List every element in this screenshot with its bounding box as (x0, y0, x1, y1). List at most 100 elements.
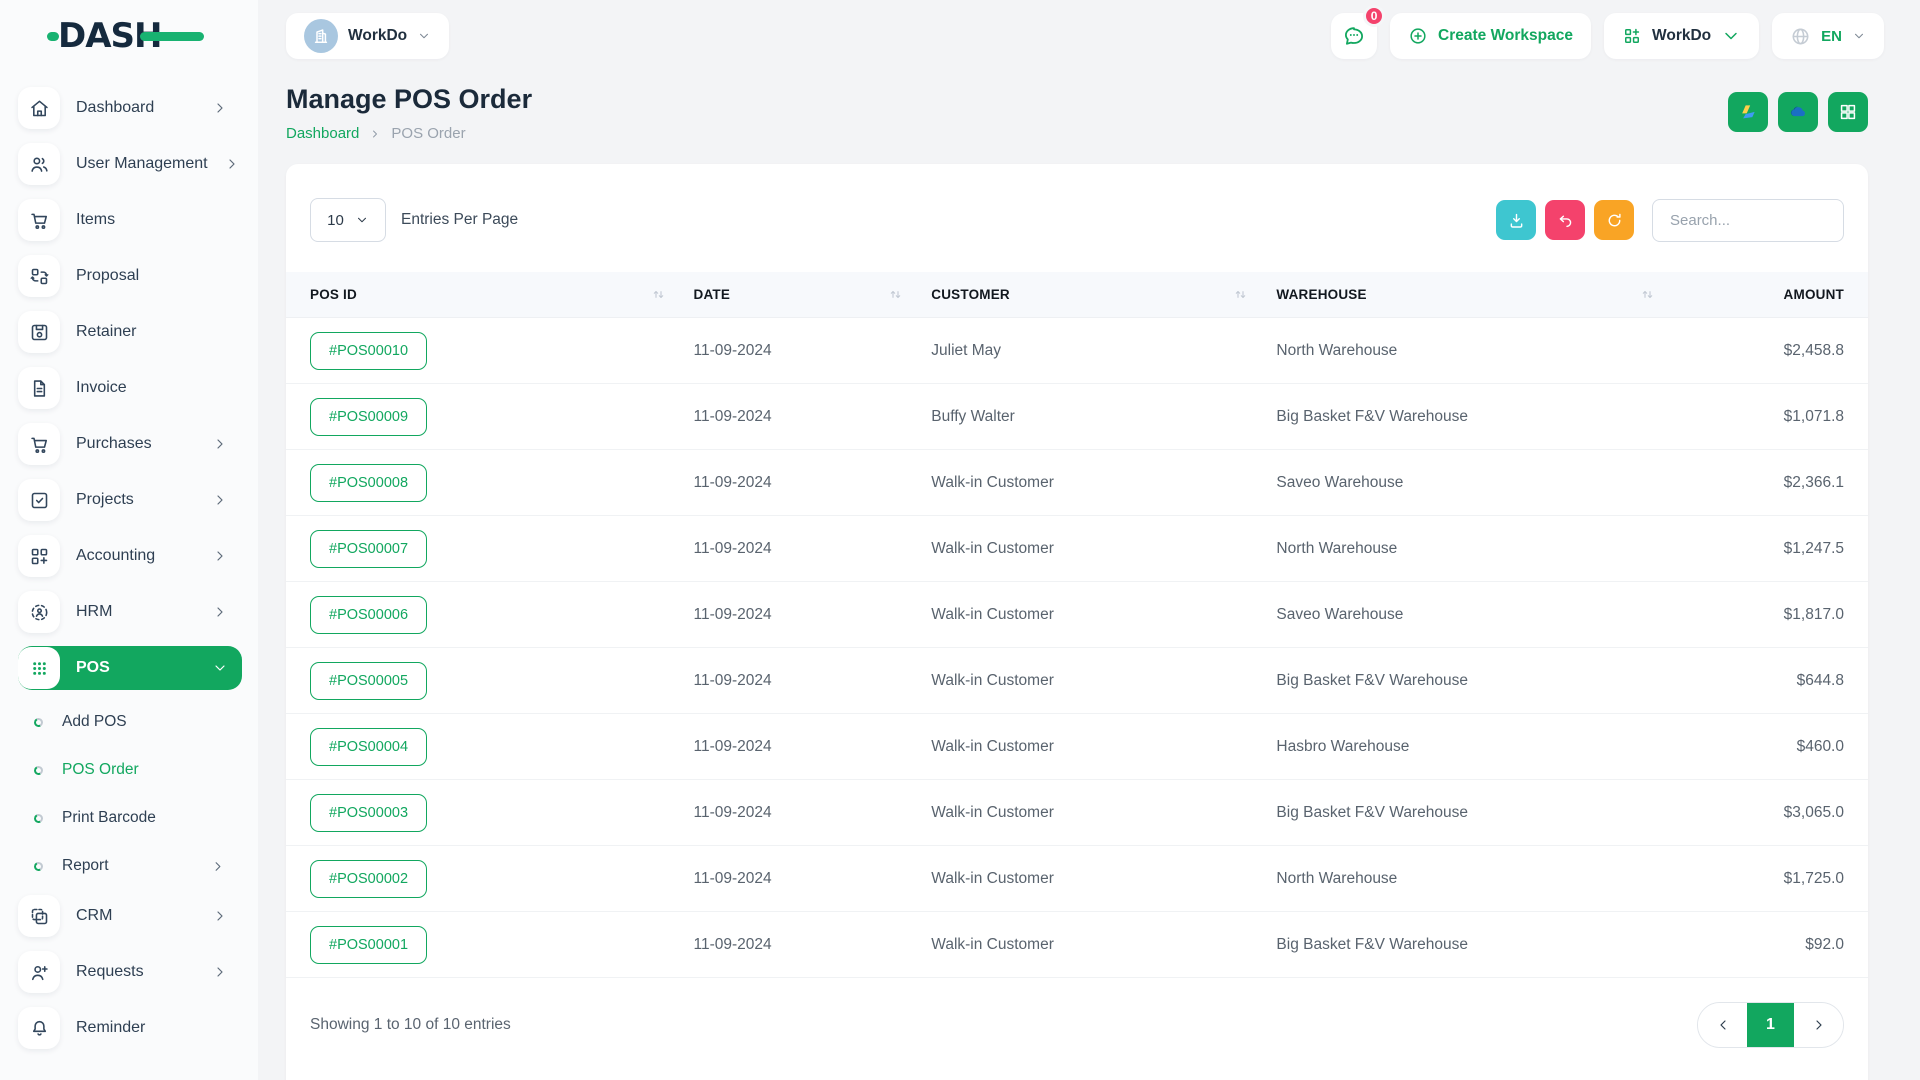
sidebar-item-hrm[interactable]: HRM (18, 590, 242, 634)
cell-warehouse: North Warehouse (1276, 870, 1683, 888)
sidebar-item-dashboard[interactable]: Dashboard (18, 86, 242, 130)
home-icon (18, 87, 60, 129)
chevron-right-icon (1811, 1017, 1827, 1033)
sidebar-item-label: Projects (76, 491, 196, 509)
scan-user-icon (18, 591, 60, 633)
breadcrumb-current: POS Order (391, 125, 465, 142)
swap-boxes-icon (18, 255, 60, 297)
sidebar-item-accounting[interactable]: Accounting (18, 534, 242, 578)
column-header-pos-id[interactable]: POS ID (310, 287, 694, 302)
chevron-right-icon (212, 908, 228, 924)
sidebar-item-items[interactable]: Items (18, 198, 242, 242)
onedrive-icon (1788, 102, 1808, 122)
floppy-icon (18, 311, 60, 353)
sidebar-item-invoice[interactable]: Invoice (18, 366, 242, 410)
pos-id-button[interactable]: #POS00007 (310, 530, 427, 568)
sidebar-item-reminder[interactable]: Reminder (18, 1006, 242, 1050)
previous-page-button[interactable] (1698, 1003, 1747, 1047)
sidebar-subitem-print-barcode[interactable]: Print Barcode (18, 798, 242, 838)
app-logo[interactable]: DASH (58, 16, 161, 56)
breadcrumb-dashboard-link[interactable]: Dashboard (286, 125, 359, 142)
main-content: Manage POS Order Dashboard POS Order 10 (258, 72, 1920, 1080)
cell-warehouse: Big Basket F&V Warehouse (1276, 408, 1683, 426)
sort-icon (888, 287, 903, 302)
grid-dots-icon (18, 647, 60, 689)
sidebar-item-retainer[interactable]: Retainer (18, 310, 242, 354)
pos-id-button[interactable]: #POS00009 (310, 398, 427, 436)
sidebar-item-label: Reminder (76, 1019, 242, 1037)
sidebar-subitem-report[interactable]: Report (18, 846, 242, 886)
sidebar-item-projects[interactable]: Projects (18, 478, 242, 522)
sidebar-item-label: POS (76, 659, 196, 677)
sidebar-item-crm[interactable]: CRM (18, 894, 242, 938)
table-row: #POS00010 11-09-2024 Juliet May North Wa… (286, 318, 1868, 384)
topbar: WorkDo 0 Create Workspace WorkDo EN (258, 0, 1920, 72)
pos-id-button[interactable]: #POS00006 (310, 596, 427, 634)
chevron-right-icon (212, 604, 228, 620)
pos-id-button[interactable]: #POS00008 (310, 464, 427, 502)
table-row: #POS00004 11-09-2024 Walk-in Customer Ha… (286, 714, 1868, 780)
sidebar-item-proposal[interactable]: Proposal (18, 254, 242, 298)
chevron-right-icon (212, 436, 228, 452)
column-header-date[interactable]: DATE (694, 287, 932, 302)
pos-id-button[interactable]: #POS00004 (310, 728, 427, 766)
bell-icon (18, 1007, 60, 1049)
cell-warehouse: Hasbro Warehouse (1276, 738, 1683, 756)
column-header-warehouse[interactable]: WAREHOUSE (1276, 287, 1683, 302)
refresh-button[interactable] (1594, 200, 1634, 240)
grid-view-button[interactable] (1828, 92, 1868, 132)
entries-per-page-select[interactable]: 10 (310, 198, 386, 242)
onedrive-button[interactable] (1778, 92, 1818, 132)
grid-plus-icon (18, 535, 60, 577)
users-icon (18, 143, 60, 185)
pos-id-button[interactable]: #POS00001 (310, 926, 427, 964)
chevron-down-icon (1721, 26, 1741, 46)
document-icon (18, 367, 60, 409)
company-menu[interactable]: WorkDo (1604, 13, 1759, 59)
entries-per-page-value: 10 (327, 212, 344, 229)
pos-id-button[interactable]: #POS00002 (310, 860, 427, 898)
next-page-button[interactable] (1794, 1003, 1843, 1047)
sidebar-subitem-add-pos[interactable]: Add POS (18, 702, 242, 742)
copy-icon (18, 895, 60, 937)
language-menu[interactable]: EN (1772, 13, 1884, 59)
pos-id-button[interactable]: #POS00003 (310, 794, 427, 832)
pos-id-button[interactable]: #POS00005 (310, 662, 427, 700)
workspace-switcher[interactable]: WorkDo (286, 13, 449, 59)
sidebar-item-user-management[interactable]: User Management (18, 142, 242, 186)
cell-date: 11-09-2024 (694, 606, 932, 624)
export-download-button[interactable] (1496, 200, 1536, 240)
sidebar-subitem-pos-order[interactable]: POS Order (18, 750, 242, 790)
cell-warehouse: Big Basket F&V Warehouse (1276, 804, 1683, 822)
cell-warehouse: Big Basket F&V Warehouse (1276, 936, 1683, 954)
chevron-right-icon (369, 128, 381, 140)
bullet-icon (33, 716, 44, 727)
globe-icon (1790, 26, 1811, 47)
cell-amount: $2,458.8 (1683, 342, 1844, 360)
sidebar-item-label: User Management (76, 155, 208, 173)
cell-date: 11-09-2024 (694, 804, 932, 822)
sidebar-item-pos[interactable]: POS (18, 646, 242, 690)
reset-button[interactable] (1545, 200, 1585, 240)
google-drive-button[interactable] (1728, 92, 1768, 132)
cell-warehouse: Saveo Warehouse (1276, 474, 1683, 492)
cell-date: 11-09-2024 (694, 540, 932, 558)
cell-amount: $644.8 (1683, 672, 1844, 690)
pos-id-button[interactable]: #POS00010 (310, 332, 427, 370)
chat-button[interactable]: 0 (1331, 13, 1377, 59)
sidebar-item-requests[interactable]: Requests (18, 950, 242, 994)
chevron-right-icon (212, 100, 228, 116)
page-number-current[interactable]: 1 (1747, 1003, 1794, 1047)
sidebar-subitem-label: Print Barcode (62, 809, 242, 827)
search-input[interactable] (1652, 199, 1844, 242)
sidebar-item-label: CRM (76, 907, 196, 925)
cell-amount: $1,817.0 (1683, 606, 1844, 624)
sidebar-item-label: Invoice (76, 379, 242, 397)
company-menu-label: WorkDo (1652, 27, 1711, 45)
sidebar-item-purchases[interactable]: Purchases (18, 422, 242, 466)
column-header-customer[interactable]: CUSTOMER (931, 287, 1276, 302)
table-header-row: POS ID DATE CUSTOMER WAREHOUSE AMOUNT (286, 272, 1868, 318)
create-workspace-button[interactable]: Create Workspace (1390, 13, 1591, 59)
cell-customer: Walk-in Customer (931, 870, 1276, 888)
column-header-amount[interactable]: AMOUNT (1683, 287, 1844, 302)
